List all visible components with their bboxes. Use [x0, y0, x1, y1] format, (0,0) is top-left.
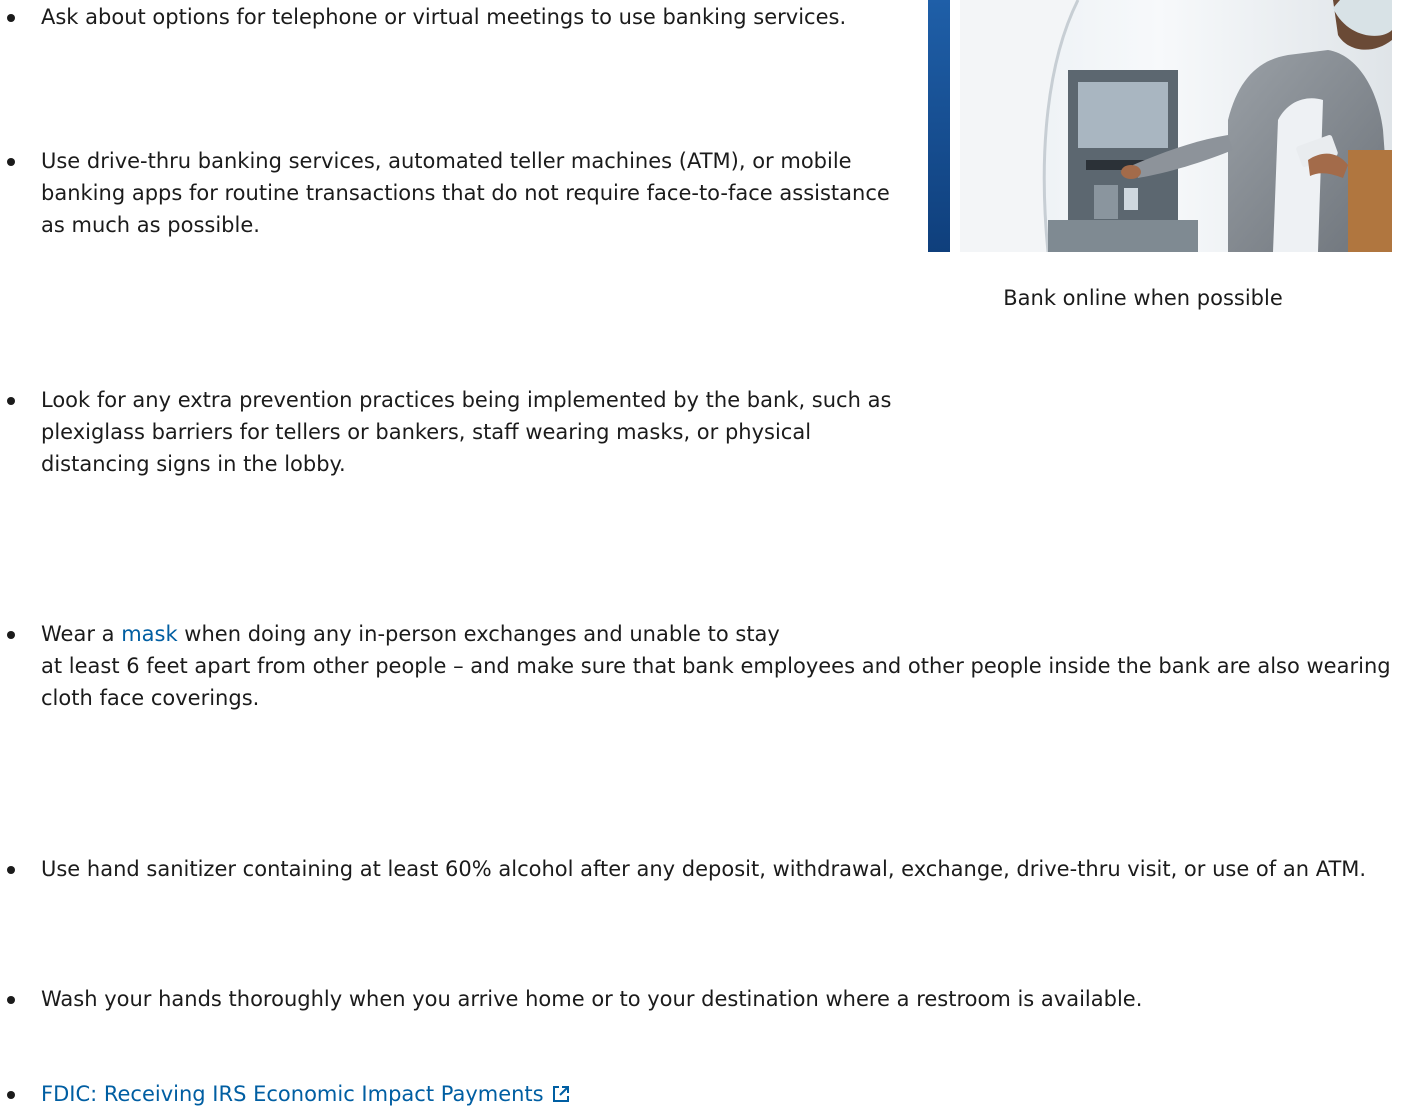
fdic-link[interactable]: FDIC: Receiving IRS Economic Impact Paym…: [41, 1082, 570, 1106]
list-item: Use drive-thru banking services, automat…: [0, 145, 901, 241]
list-item-text: Wear a: [41, 622, 122, 646]
mask-link[interactable]: mask: [121, 622, 177, 646]
list-item: Wash your hands thoroughly when you arri…: [0, 983, 1401, 1015]
list-item-text: Look for any extra prevention practices …: [41, 388, 892, 476]
list-item: Use hand sanitizer containing at least 6…: [0, 853, 1401, 885]
content-area: Ask about options for telephone or virtu…: [0, 0, 1401, 1106]
figure: Bank online when possible: [928, 0, 1393, 310]
list-item-text: Use drive-thru banking services, automat…: [41, 149, 890, 237]
list-item-text: Ask about options for telephone or virtu…: [41, 5, 847, 29]
list-item: Ask about options for telephone or virtu…: [0, 1, 901, 33]
list-item: Look for any extra prevention practices …: [0, 384, 901, 480]
fdic-link-label: FDIC: Receiving IRS Economic Impact Paym…: [41, 1082, 544, 1106]
external-link-icon: [552, 1080, 570, 1102]
list-item: Wear a mask when doing any in-person exc…: [0, 618, 1401, 714]
list-item: FDIC: Receiving IRS Economic Impact Paym…: [0, 1078, 1401, 1110]
list-item-text: Use hand sanitizer containing at least 6…: [41, 857, 1367, 881]
atm-photo: [928, 0, 1392, 252]
list-item-text: at least 6 feet apart from other people …: [41, 654, 1391, 710]
list-item-text: Wash your hands thoroughly when you arri…: [41, 987, 1143, 1011]
figure-caption: Bank online when possible: [1003, 286, 1283, 310]
list-item-text: when doing any in-person exchanges and u…: [177, 622, 780, 646]
